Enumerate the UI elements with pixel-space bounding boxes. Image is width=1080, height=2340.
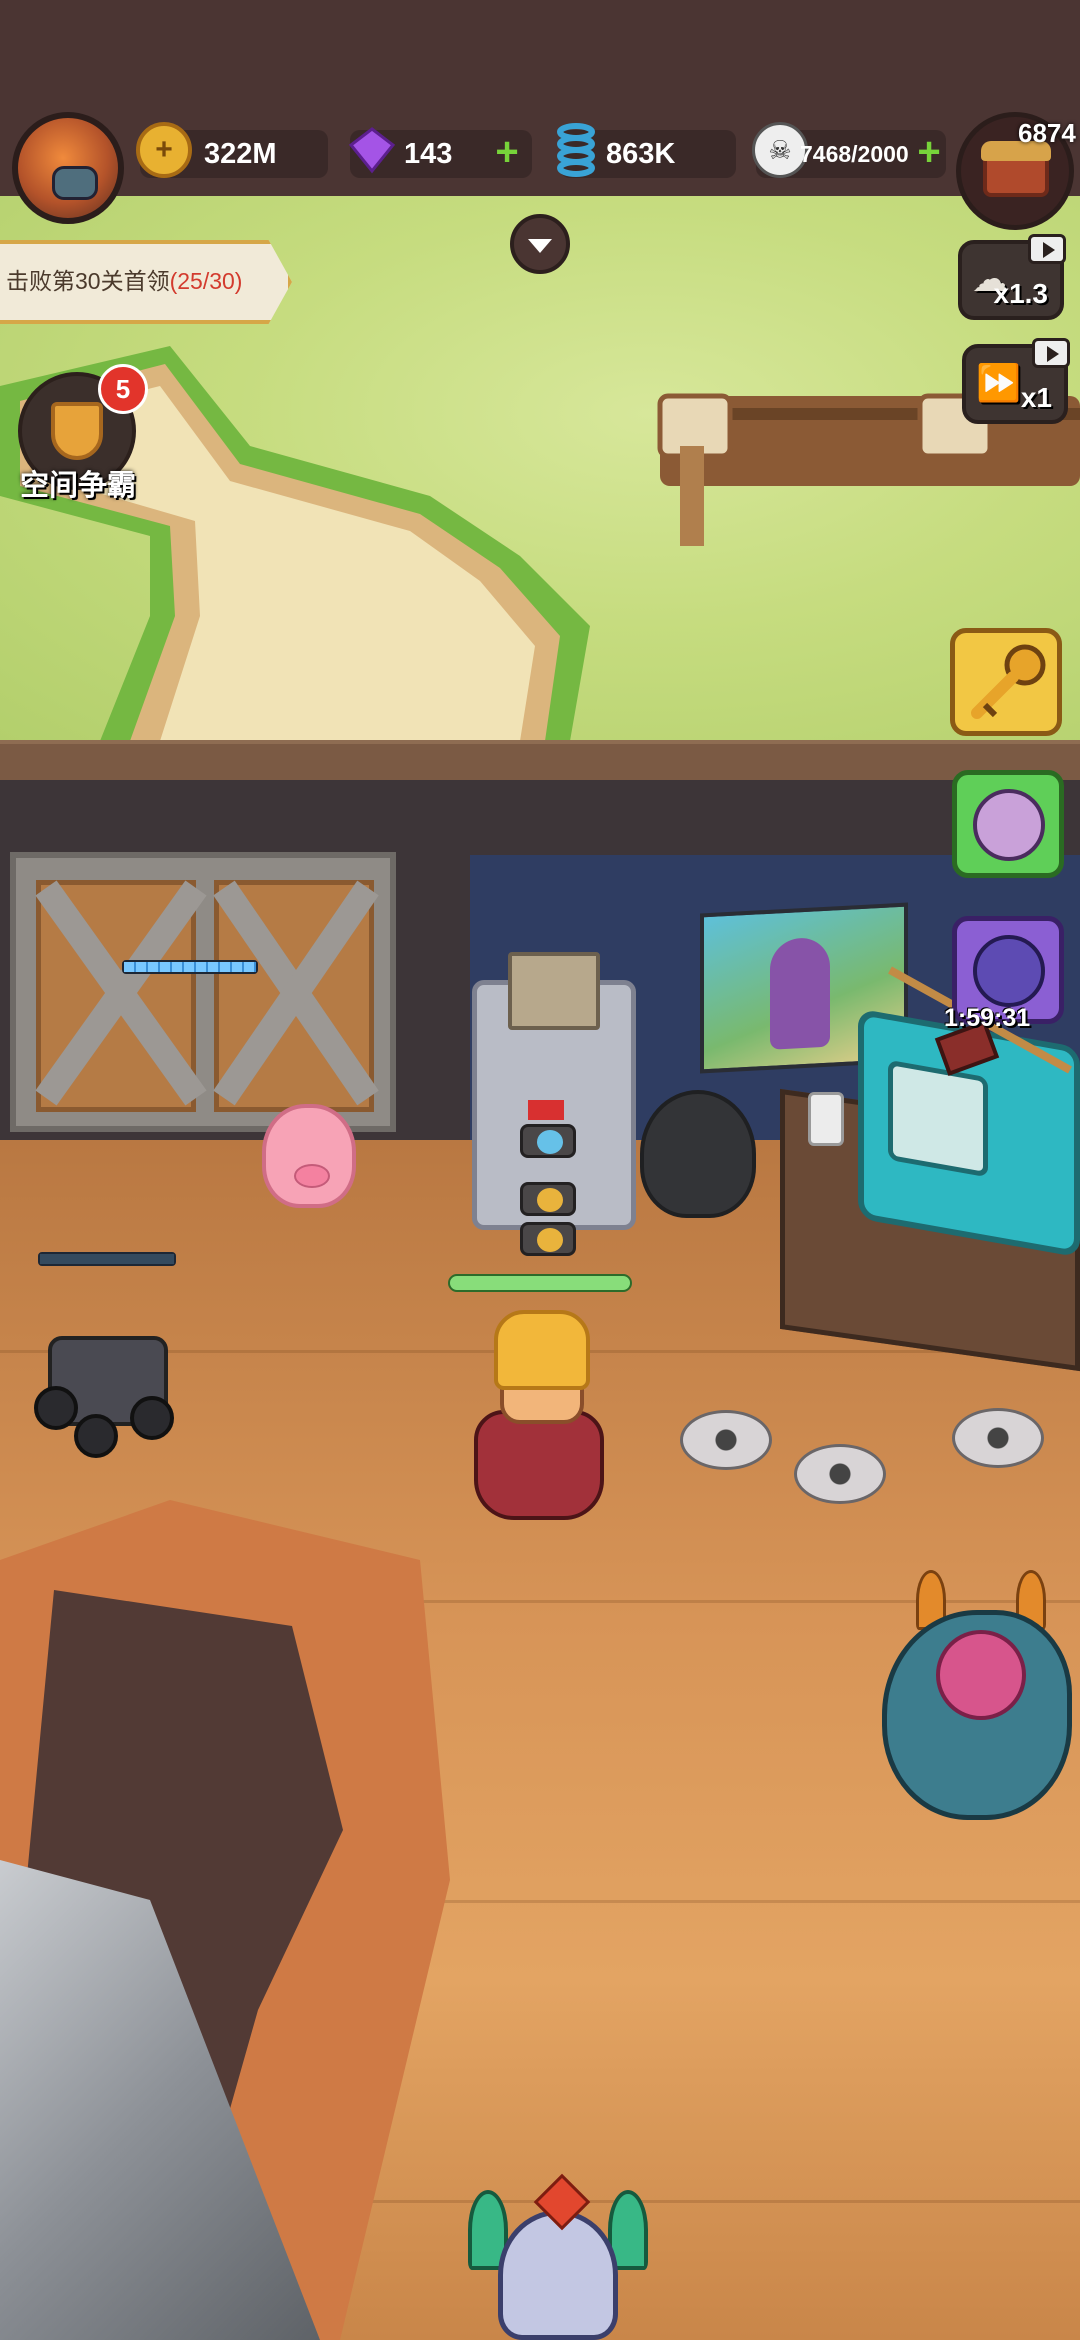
- cart-health-bar: [38, 1252, 176, 1266]
- door-health-bar: [122, 960, 258, 974]
- game-speed-button[interactable]: ⏩ x1: [962, 338, 1070, 424]
- cd-disc-pickup[interactable]: [952, 1408, 1044, 1468]
- reward-multiplier-button[interactable]: ☁ x1.3: [958, 234, 1066, 320]
- red-tag: [528, 1100, 564, 1120]
- wolf-portrait-icon: [973, 935, 1045, 1007]
- spring-stack: [520, 1124, 576, 1158]
- chevron-down-icon: [528, 239, 552, 253]
- cardboard-box: [508, 952, 600, 1030]
- game-speed-value: x1: [1020, 382, 1052, 413]
- gold-amount: 322M: [204, 138, 277, 170]
- fish-helmet-enemy[interactable]: [460, 2160, 650, 2340]
- player-avatar-icon[interactable]: [12, 112, 124, 224]
- skull-amount: 7468/2000: [800, 141, 909, 167]
- black-vase: [640, 1090, 756, 1218]
- door-cross-brace: [35, 880, 379, 1106]
- key-button[interactable]: [950, 628, 1062, 736]
- gold-coin-icon: +: [136, 122, 192, 178]
- armored-cart[interactable]: [34, 1326, 180, 1458]
- hero-portrait-icon: [973, 789, 1045, 861]
- spring-icon: [548, 122, 604, 178]
- coin-stack: [520, 1222, 576, 1256]
- gem-amount: 143: [404, 138, 453, 170]
- game-scene[interactable]: [0, 0, 1080, 2340]
- golden-key-icon: [971, 644, 1046, 719]
- offer-timer: 1:59:31: [944, 1004, 1031, 1032]
- video-ad-icon: [1032, 338, 1070, 368]
- video-ad-icon: [1028, 234, 1066, 264]
- pink-piggy-bank[interactable]: [262, 1104, 356, 1208]
- add-skulls-button[interactable]: +: [912, 132, 946, 172]
- player-health-bar: [448, 1274, 632, 1292]
- quest-description: 击败第30关首领: [6, 268, 170, 294]
- quest-progress: (25/30): [169, 268, 243, 294]
- fast-forward-icon: ⏩: [976, 362, 1021, 403]
- add-gems-button[interactable]: +: [490, 132, 524, 172]
- chest-count: 6874: [1018, 118, 1076, 148]
- barn-door: [10, 852, 396, 1132]
- arena-notification-badge: 5: [98, 364, 148, 414]
- reward-multiplier-value: x1.3: [993, 278, 1049, 309]
- cd-disc-pickup[interactable]: [680, 1410, 772, 1470]
- brain-monster-enemy[interactable]: [866, 1560, 1080, 1850]
- cup: [808, 1092, 844, 1146]
- cd-disc-pickup[interactable]: [794, 1444, 886, 1504]
- expand-dropdown-button[interactable]: [510, 214, 570, 274]
- player-character[interactable]: [444, 1300, 628, 1540]
- arena-label: 空间争霸: [20, 470, 137, 502]
- spring-amount: 863K: [606, 138, 676, 170]
- wall-top-edge: [0, 740, 1080, 782]
- hero-offer-card[interactable]: [952, 770, 1064, 878]
- trophy-icon: [51, 402, 103, 460]
- coin-stack: [520, 1182, 576, 1216]
- purple-gem-icon: [344, 122, 400, 178]
- quest-text: 击败第30关首领(25/30): [6, 262, 242, 296]
